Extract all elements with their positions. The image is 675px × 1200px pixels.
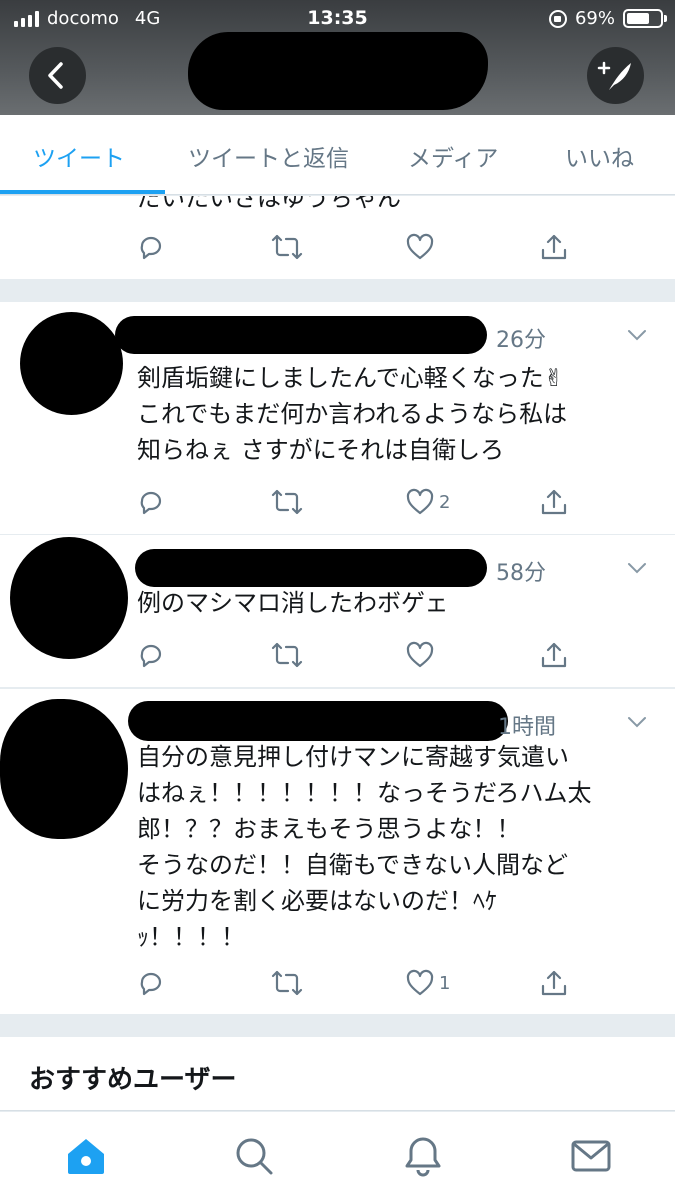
profile-tabs: ツイート ツイートと返信 メディア いいね — [0, 115, 675, 195]
search-icon[interactable] — [232, 1134, 276, 1178]
redacted-avatar — [20, 312, 123, 415]
tweet-card[interactable]: だいたいさはゆうちゃん — [0, 196, 675, 279]
like-icon — [406, 969, 434, 996]
redacted-username — [115, 316, 487, 354]
share-button[interactable] — [539, 637, 569, 673]
reply-icon — [140, 236, 162, 260]
share-icon — [541, 489, 567, 515]
tweet-line: 自分の意見押し付けマンに寄越す気遣い — [137, 743, 569, 771]
tweet-actions: 2 — [0, 484, 675, 520]
tab-media[interactable]: メディア — [408, 139, 498, 173]
share-button[interactable] — [539, 484, 569, 520]
reply-button[interactable] — [136, 965, 166, 1001]
retweet-icon — [271, 489, 303, 515]
tab-likes[interactable]: いいね — [565, 139, 634, 173]
home-icon[interactable] — [64, 1134, 108, 1178]
retweet-icon — [271, 234, 303, 260]
reply-icon — [140, 491, 162, 515]
messages-icon[interactable] — [569, 1134, 613, 1178]
battery-percent: 69% — [574, 8, 615, 29]
like-count: 2 — [439, 491, 451, 513]
like-icon — [406, 233, 434, 260]
like-icon — [406, 641, 434, 668]
tweet-line: 剣盾垢鍵にしましたんで心軽くなった✌ — [137, 364, 564, 392]
recommended-users-section: おすすめユーザー — [0, 1037, 675, 1111]
tweet-line: 郎！？？おまえもそう思うよな！！ — [137, 815, 521, 843]
reply-button[interactable] — [136, 484, 166, 520]
share-icon — [541, 642, 567, 668]
tweet-card[interactable]: 58分 例のマシマロ消したわボゲェ — [0, 535, 675, 687]
retweet-button[interactable] — [271, 229, 303, 265]
tweet-line: これでもまだ何か言われるようなら私は — [137, 400, 568, 428]
tab-tweets-and-replies[interactable]: ツイートと返信 — [188, 139, 349, 173]
back-button[interactable] — [29, 47, 86, 104]
tweet-line: だいたいさはゆうちゃん — [137, 196, 401, 212]
retweet-icon — [271, 970, 303, 996]
retweet-button[interactable] — [271, 484, 303, 520]
tweet-timestamp: 1時間 — [498, 715, 556, 740]
like-button[interactable]: 1 — [405, 965, 450, 1001]
tweet-actions — [0, 637, 675, 673]
share-icon — [541, 970, 567, 996]
notifications-icon[interactable] — [401, 1134, 445, 1178]
retweet-icon — [271, 642, 303, 668]
tweet-text: 例のマシマロ消したわボゲェ — [137, 585, 657, 621]
rotation-lock-icon — [548, 9, 567, 28]
like-button[interactable]: 2 — [405, 484, 450, 520]
redacted-profile-name — [188, 32, 488, 110]
battery-icon — [623, 9, 667, 28]
tweet-line: そうなのだ！！自衛もできない人間など — [137, 851, 569, 879]
tweet-line: ｯ！！！！ — [137, 923, 245, 951]
tab-tweets[interactable]: ツイート — [33, 139, 125, 173]
profile-header: docomo 4G 13:35 69% — [0, 0, 675, 115]
tweet-text: 自分の意見押し付けマンに寄越す気遣い はねぇ！！！！！！！なっそうだろハム太 郎… — [137, 739, 657, 955]
bottom-navigation — [0, 1112, 675, 1200]
share-button[interactable] — [539, 229, 569, 265]
redacted-username — [128, 701, 508, 741]
compose-feather-icon — [597, 61, 631, 90]
active-tab-indicator — [0, 190, 165, 194]
share-icon — [541, 234, 567, 260]
redacted-username — [135, 549, 487, 587]
tweet-line: 知らねぇ さすがにそれは自衛しろ — [137, 436, 505, 464]
tweet-text: だいたいさはゆうちゃん — [137, 196, 657, 216]
like-button[interactable] — [405, 637, 435, 673]
tweet-actions — [0, 229, 675, 265]
tweet-card[interactable]: 26分 剣盾垢鍵にしましたんで心軽くなった✌ これでもまだ何か言われるようなら私… — [0, 302, 675, 534]
like-icon — [406, 488, 434, 515]
tweet-timestamp: 26分 — [496, 328, 546, 353]
tweet-actions: 1 — [0, 965, 675, 1001]
redacted-avatar — [0, 699, 128, 839]
reply-icon — [140, 644, 162, 668]
tweet-line: はねぇ！！！！！！！なっそうだろハム太 — [137, 779, 592, 807]
share-button[interactable] — [539, 965, 569, 1001]
chevron-down-icon[interactable] — [626, 557, 648, 579]
reply-icon — [140, 972, 162, 996]
reply-button[interactable] — [136, 637, 166, 673]
retweet-button[interactable] — [271, 965, 303, 1001]
compose-tweet-button[interactable] — [587, 47, 644, 104]
chevron-left-icon — [48, 62, 63, 89]
tweet-line: 例のマシマロ消したわボゲェ — [137, 589, 449, 617]
reply-button[interactable] — [136, 229, 166, 265]
retweet-button[interactable] — [271, 637, 303, 673]
tweet-line: に労力を割く必要はないのだ！ﾍｹ — [137, 887, 497, 915]
tweet-timestamp: 58分 — [496, 561, 546, 586]
section-title: おすすめユーザー — [29, 1065, 237, 1095]
chevron-down-icon[interactable] — [626, 711, 648, 733]
tweet-text: 剣盾垢鍵にしましたんで心軽くなった✌ これでもまだ何か言われるようなら私は 知ら… — [137, 360, 657, 468]
tweet-card[interactable]: 1時間 自分の意見押し付けマンに寄越す気遣い はねぇ！！！！！！！なっそうだろハ… — [0, 689, 675, 1014]
like-count: 1 — [439, 972, 451, 994]
like-button[interactable] — [405, 229, 435, 265]
chevron-down-icon[interactable] — [626, 324, 648, 346]
